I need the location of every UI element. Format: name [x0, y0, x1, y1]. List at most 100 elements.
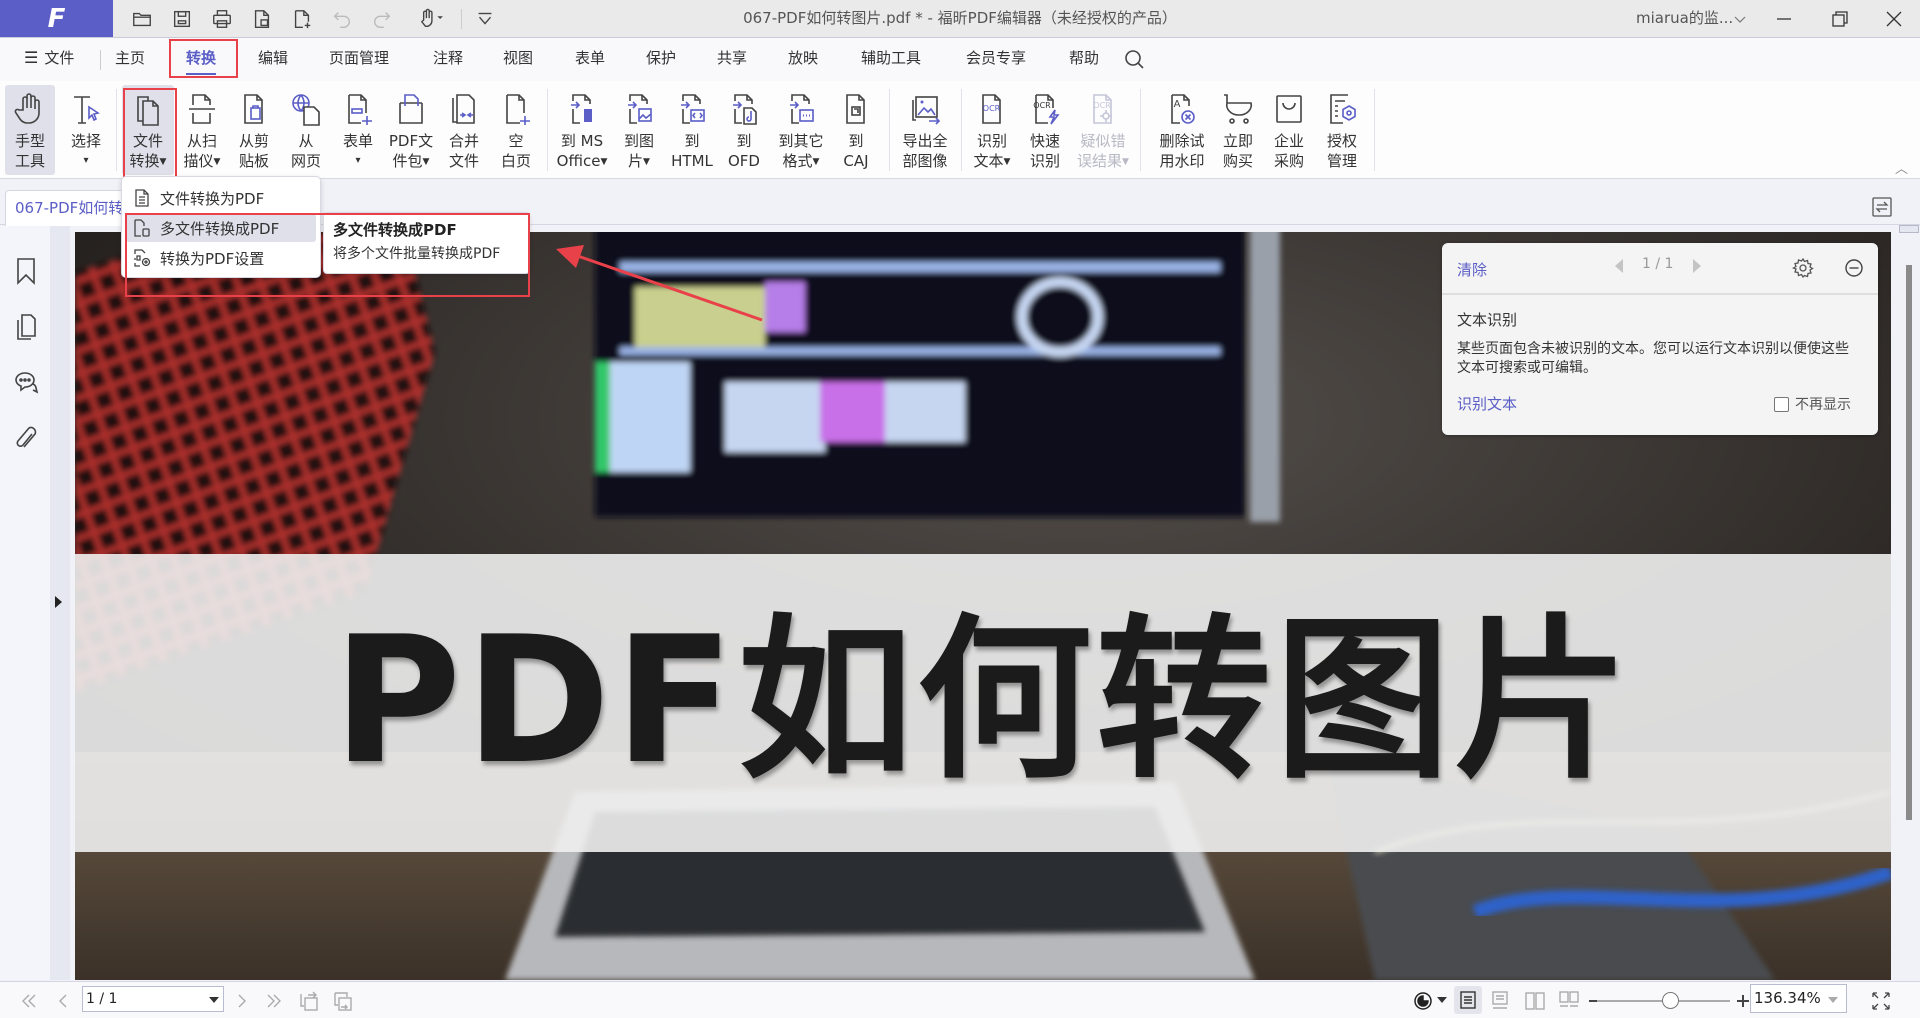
logo-letter: F — [47, 3, 66, 34]
from-scanner-button[interactable]: 从扫 描仪▼ — [177, 85, 227, 175]
chevron-down-icon[interactable] — [1731, 10, 1749, 28]
redo-icon[interactable] — [365, 4, 399, 34]
open-folder-icon[interactable] — [125, 4, 159, 34]
suspect-results-button[interactable]: OCR 疑似错 误结果▼ — [1072, 85, 1134, 175]
caret-down-icon[interactable] — [209, 997, 219, 1003]
first-page-icon[interactable] — [18, 990, 40, 1012]
document-icon[interactable] — [245, 4, 279, 34]
next-view-icon[interactable] — [332, 990, 354, 1012]
scrollbar-top-handle[interactable] — [1899, 225, 1919, 233]
to-html-button[interactable]: 到 HTML — [666, 85, 718, 175]
app-logo[interactable]: F — [0, 0, 113, 37]
tab-member[interactable]: 会员专享 — [966, 38, 1026, 81]
tab-accessibility[interactable]: 辅助工具 — [861, 38, 921, 81]
next-icon[interactable] — [1690, 256, 1704, 276]
to-ms-office-button[interactable]: 到 MS Office▼ — [553, 85, 611, 175]
tab-convert[interactable]: 转换 — [186, 38, 217, 81]
menu-item-file-to-pdf[interactable]: 文件转换为PDF — [126, 184, 316, 212]
continuous-facing-icon[interactable] — [1558, 990, 1580, 1012]
expand-panel-icon[interactable] — [53, 595, 63, 609]
bookmark-icon[interactable] — [13, 256, 39, 286]
to-ofd-button[interactable]: 到 OFD — [720, 85, 768, 175]
previous-view-icon[interactable] — [298, 990, 320, 1012]
from-webpage-button[interactable]: 从 网页 — [281, 85, 331, 175]
previous-icon[interactable] — [1612, 256, 1626, 276]
pages-icon[interactable] — [13, 312, 39, 342]
switch-panel-icon[interactable] — [1871, 196, 1893, 218]
restore-button[interactable] — [1812, 0, 1868, 37]
next-page-icon[interactable] — [231, 990, 253, 1012]
remove-watermark-button[interactable]: A 删除试 用水印 — [1152, 85, 1212, 175]
pdf-portfolio-button[interactable]: PDF文 件包▼ — [385, 85, 437, 175]
user-account[interactable]: miarua的监... — [1636, 0, 1733, 37]
batch-convert-icon — [134, 219, 150, 237]
menu-item-batch-convert[interactable]: 多文件转换成PDF — [126, 214, 316, 242]
tab-edit[interactable]: 编辑 — [258, 38, 288, 81]
from-clipboard-button[interactable]: 从剪 贴板 — [229, 85, 279, 175]
to-office-icon — [571, 94, 592, 124]
previous-page-icon[interactable] — [52, 990, 74, 1012]
btn-label: 文本 — [973, 152, 1004, 170]
btn-label: 到图 — [623, 132, 654, 150]
to-caj-button[interactable]: 到 CAJ — [834, 85, 878, 175]
caret-down-icon[interactable] — [1437, 997, 1447, 1005]
to-other-format-button[interactable]: 到其它 格式▼ — [770, 85, 832, 175]
caret-icon: ▼ — [643, 157, 650, 167]
blank-page-button[interactable]: 空 白页 — [491, 85, 541, 175]
recognize-text-link[interactable]: 识别文本 — [1457, 393, 1517, 414]
to-image-button[interactable]: 到图 片▼ — [614, 85, 664, 175]
collapse-ribbon-icon[interactable]: ︿ — [1895, 158, 1908, 177]
hand-tool-icon[interactable] — [408, 4, 454, 34]
tab-form[interactable]: 表单 — [575, 38, 605, 81]
merge-files-button[interactable]: 合并 文件 — [439, 85, 489, 175]
buy-now-button[interactable]: 立即 购买 — [1214, 85, 1262, 175]
gear-icon[interactable] — [1792, 257, 1814, 279]
page-number-input[interactable]: 1 / 1 — [82, 986, 224, 1012]
minimize-panel-icon[interactable] — [1844, 258, 1864, 278]
caret-down-icon[interactable] — [1828, 997, 1838, 1003]
fullscreen-icon[interactable] — [1870, 990, 1892, 1012]
tab-help[interactable]: 帮助 — [1069, 38, 1099, 81]
zoom-slider-thumb[interactable] — [1662, 992, 1680, 1009]
single-page-view-button[interactable] — [1454, 986, 1482, 1014]
zoom-level-input[interactable]: 136.34% — [1750, 984, 1847, 1013]
select-button[interactable]: 选择 ▾ — [61, 85, 111, 175]
clear-button[interactable]: 清除 — [1457, 259, 1487, 280]
file-menu[interactable]: ☰ 文件 — [24, 38, 74, 81]
customize-dropdown-icon[interactable] — [468, 4, 502, 34]
tab-share[interactable]: 共享 — [717, 38, 747, 81]
search-icon[interactable] — [1123, 48, 1145, 70]
license-management-button[interactable]: 授权 管理 — [1316, 85, 1368, 175]
export-all-images-button[interactable]: 导出全 部图像 — [895, 85, 955, 175]
tab-present[interactable]: 放映 — [788, 38, 818, 81]
minimize-button[interactable] — [1756, 0, 1812, 37]
continuous-view-icon[interactable] — [1489, 990, 1511, 1012]
print-icon[interactable] — [205, 4, 239, 34]
scrollbar-thumb[interactable] — [1906, 265, 1912, 820]
dont-show-again-checkbox[interactable] — [1774, 397, 1789, 412]
tab-home[interactable]: 主页 — [115, 38, 145, 81]
tab-view[interactable]: 视图 — [503, 38, 533, 81]
new-document-icon[interactable] — [285, 4, 319, 34]
comments-icon[interactable] — [13, 368, 39, 398]
attachment-icon[interactable] — [13, 424, 39, 454]
close-button[interactable] — [1866, 0, 1920, 37]
facing-view-icon[interactable] — [1524, 990, 1546, 1012]
quick-ocr-button[interactable]: OCR 快速 识别 — [1020, 85, 1070, 175]
divider — [1140, 89, 1141, 171]
ocr-text-button[interactable]: OCR 识别 文本▼ — [966, 85, 1018, 175]
enterprise-purchase-button[interactable]: 企业 采购 — [1264, 85, 1314, 175]
menu-item-convert-settings[interactable]: 转换为PDF设置 — [126, 244, 316, 272]
undo-icon[interactable] — [325, 4, 359, 34]
tab-protect[interactable]: 保护 — [646, 38, 676, 81]
dont-show-again-label[interactable]: 不再显示 — [1795, 394, 1851, 414]
zoom-level-value: 136.34% — [1754, 989, 1821, 1007]
file-convert-button[interactable]: 文件 转换▼ — [122, 85, 174, 175]
tab-comment[interactable]: 注释 — [433, 38, 463, 81]
last-page-icon[interactable] — [263, 990, 285, 1012]
tab-page-management[interactable]: 页面管理 — [329, 38, 389, 81]
night-mode-icon[interactable] — [1412, 990, 1434, 1012]
form-button[interactable]: 表单 ▾ — [333, 85, 383, 175]
hand-tool-button[interactable]: 手型 工具 — [5, 85, 55, 175]
save-icon[interactable] — [165, 4, 199, 34]
